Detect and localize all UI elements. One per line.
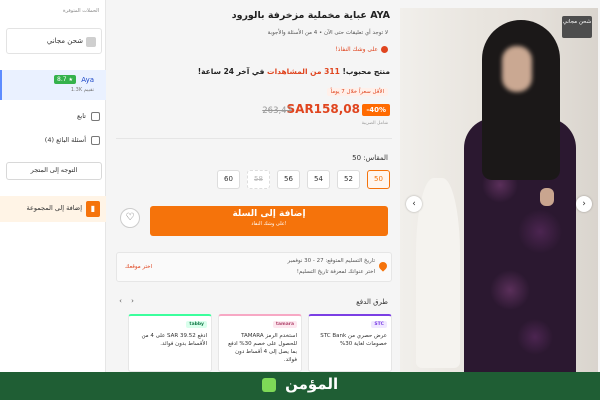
- campaigns-title: الحملات المتوفرة: [63, 8, 99, 14]
- follow-seller-button[interactable]: تابع: [6, 110, 102, 124]
- stc-logo: STC: [371, 321, 387, 328]
- heart-icon[interactable]: ♡: [120, 208, 140, 228]
- hijab-figure: [482, 20, 560, 180]
- popularity-line: منتج محبوب! 311 من المشاهدات في آخر 24 س…: [198, 67, 390, 76]
- payment-card-text: استخدم الرمز TAMARA للحصول على خصم 30% ا…: [228, 333, 297, 363]
- size-option-54[interactable]: 54: [307, 170, 330, 189]
- payment-card-tabby[interactable]: tabby ادفع SAR 39.52 على 4 من الأقساط بد…: [128, 314, 212, 372]
- size-option-58[interactable]: 58: [247, 170, 270, 189]
- seller-name[interactable]: Aya: [81, 76, 94, 84]
- model-face: [502, 46, 532, 92]
- chat-icon: [91, 136, 100, 145]
- background-decor: [416, 178, 460, 368]
- stock-warning-text: على وشك النفاذ!: [335, 46, 378, 53]
- stock-warning: على وشك النفاذ!: [335, 46, 388, 53]
- tabby-logo: tabby: [186, 321, 207, 328]
- delivery-hint: اختر عنوانك لمعرفة تاريخ التسليم!: [296, 269, 375, 275]
- size-option-50[interactable]: 50: [367, 170, 390, 189]
- chevron-left-icon[interactable]: ‹: [406, 196, 422, 212]
- current-price: SAR158,08: [286, 102, 360, 116]
- popular-suffix: في آخر 24 ساعة!: [197, 67, 265, 76]
- delivery-estimate: تاريخ التسليم المتوقع: 27 - 30 نوفمبر: [287, 258, 375, 264]
- collection-label: إضافة إلى المجموعة: [26, 204, 82, 212]
- size-option-60[interactable]: 60: [217, 170, 240, 189]
- free-shipping-campaign[interactable]: شحن مجاني: [6, 28, 102, 54]
- popular-prefix: منتج محبوب!: [342, 67, 390, 76]
- lowest-price-tag: الأقل سعراً خلال 7 يوماً: [326, 88, 388, 96]
- brand-icon: [261, 377, 276, 392]
- size-option-56[interactable]: 56: [277, 170, 300, 189]
- add-to-collection-button[interactable]: إضافة إلى المجموعة ▮: [0, 196, 106, 222]
- seller-questions-link[interactable]: أسئلة البائع (4): [6, 134, 102, 148]
- seller-card[interactable]: Aya 8.7 ★ 1.3K تقييم: [0, 70, 106, 100]
- shipping-box-icon: [86, 37, 96, 47]
- free-shipping-label: شحن مجاني: [46, 37, 83, 45]
- add-to-cart-button[interactable]: إضافة إلى السلة على وشك النفاذ!: [150, 206, 388, 236]
- brand-name: المؤمن: [285, 375, 339, 393]
- delivery-box: تاريخ التسليم المتوقع: 27 - 30 نوفمبر اخ…: [116, 252, 392, 282]
- payment-card-tamara[interactable]: tamara استخدم الرمز TAMARA للحصول على خص…: [218, 314, 302, 372]
- chevron-left-icon[interactable]: ‹: [116, 297, 125, 306]
- seller-rating-badge: 8.7 ★: [54, 75, 76, 84]
- popular-views: 311 من المشاهدات: [267, 67, 340, 76]
- original-price: 263,47: [262, 106, 292, 116]
- go-to-store-button[interactable]: التوجه إلى المتجر: [6, 162, 102, 180]
- product-title: AYA عباية مخملية مزخرفة بالورود: [231, 10, 390, 21]
- star-icon: ★: [68, 77, 73, 83]
- divider: [116, 138, 392, 139]
- add-to-cart-sub: على وشك النفاذ!: [251, 221, 287, 227]
- payment-card-stc[interactable]: STC عرض حصري من STC Bank خصومات لغاية 30…: [308, 314, 392, 372]
- size-label: المقاس: 50: [352, 154, 388, 162]
- follow-label: تابع: [76, 112, 86, 120]
- seller-review-count: 1.3K تقييم: [70, 87, 94, 93]
- model-hand: [540, 188, 554, 206]
- review-summary[interactable]: لا توجد أي تعليقات حتى الآن • 4 من الأسئ…: [268, 30, 388, 36]
- seller-sidebar: الحملات المتوفرة شحن مجاني Aya 8.7 ★ 1.3…: [0, 0, 106, 372]
- discount-badge: -40%: [362, 104, 390, 116]
- questions-label: أسئلة البائع (4): [44, 136, 86, 144]
- footer-watermark: المؤمن: [0, 372, 600, 400]
- size-option-52[interactable]: 52: [337, 170, 360, 189]
- tamara-logo: tamara: [272, 321, 297, 328]
- chevron-right-icon[interactable]: ›: [128, 297, 137, 306]
- product-gallery[interactable]: شحن مجاني ‹ ›: [400, 8, 598, 372]
- add-to-cart-label: إضافة إلى السلة: [232, 209, 306, 219]
- choose-location-link[interactable]: اختر موقعك: [125, 264, 152, 270]
- product-info: AYA عباية مخملية مزخرفة بالورود لا توجد …: [112, 0, 396, 372]
- brand-logo: المؤمن: [0, 375, 600, 393]
- chevron-right-icon[interactable]: ›: [576, 196, 592, 212]
- alert-icon: [381, 46, 388, 53]
- payment-methods-title: طرق الدفع: [356, 298, 388, 306]
- payment-card-text: عرض حصري من STC Bank خصومات لغاية 30%: [320, 333, 387, 347]
- free-shipping-badge: شحن مجاني: [562, 16, 592, 38]
- plus-icon: [91, 112, 100, 121]
- seller-rating-value: 8.7: [57, 76, 67, 83]
- payment-card-text: ادفع SAR 39.52 على 4 من الأقساط بدون فوا…: [141, 333, 207, 347]
- location-pin-icon: [377, 260, 389, 272]
- vat-note: شامل الضريبة: [361, 121, 388, 126]
- bookmark-icon: ▮: [86, 201, 100, 217]
